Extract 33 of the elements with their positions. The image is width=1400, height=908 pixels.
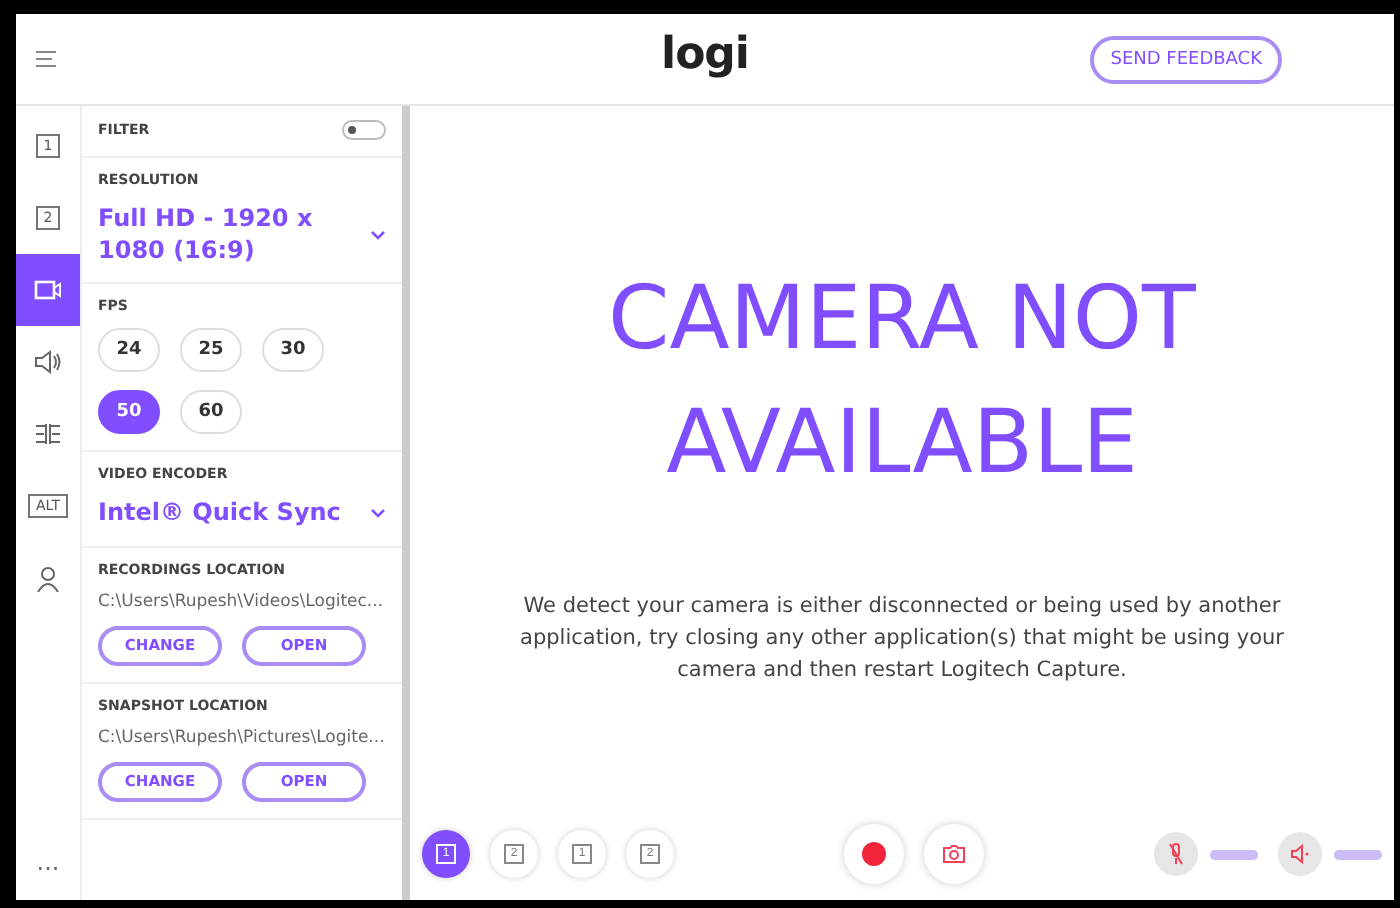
microphone-button[interactable] [1154, 832, 1198, 876]
folder-path: C:\Users\Rupesh\Videos\Logitec... [98, 591, 386, 612]
camera-icon [34, 280, 62, 300]
send-feedback-button[interactable]: SEND FEEDBACK [1090, 35, 1282, 83]
fps-option[interactable]: 24 [98, 328, 160, 373]
folder-path: C:\Users\Rupesh\Pictures\Logite... [98, 727, 386, 748]
fps-option[interactable]: 50 [98, 390, 160, 435]
fps-option[interactable]: 25 [180, 328, 242, 373]
speaker-icon [34, 350, 62, 374]
more-options[interactable]: ... [16, 848, 80, 876]
volume-slider[interactable] [1334, 849, 1382, 859]
camera-icon [942, 844, 966, 864]
volume-slider[interactable] [1210, 849, 1258, 859]
camera-message: We detect your camera is either disconnected or being used by another application, try closing any other application(s) that might be using your camera and then restart Logitech Capture. [518, 592, 1286, 686]
filter-toggle[interactable] [342, 120, 386, 140]
record-button[interactable] [844, 824, 904, 884]
menu-icon[interactable] [36, 50, 56, 68]
resolution-dropdown[interactable]: Full HD - 1920 x 1080 (16:9) [98, 202, 354, 267]
speaker-muted-icon [1290, 844, 1310, 864]
snapshot-button[interactable] [924, 824, 984, 884]
fps-option[interactable]: 60 [180, 390, 242, 435]
fps-option[interactable]: 30 [262, 328, 324, 373]
camera-status-title: CAMERA NOT AVAILABLE [606, 266, 1198, 498]
person-icon [36, 565, 60, 591]
speaker-button[interactable] [1278, 832, 1322, 876]
encoder-dropdown[interactable]: Intel® Quick Sync [98, 496, 341, 530]
adjust-icon [34, 422, 62, 446]
logo: logi [661, 30, 749, 80]
record-icon [862, 842, 886, 866]
sidebar-tab[interactable] [16, 254, 80, 326]
chevron-down-icon [370, 507, 386, 518]
chevron-down-icon [370, 229, 386, 240]
microphone-muted-icon [1168, 842, 1184, 866]
